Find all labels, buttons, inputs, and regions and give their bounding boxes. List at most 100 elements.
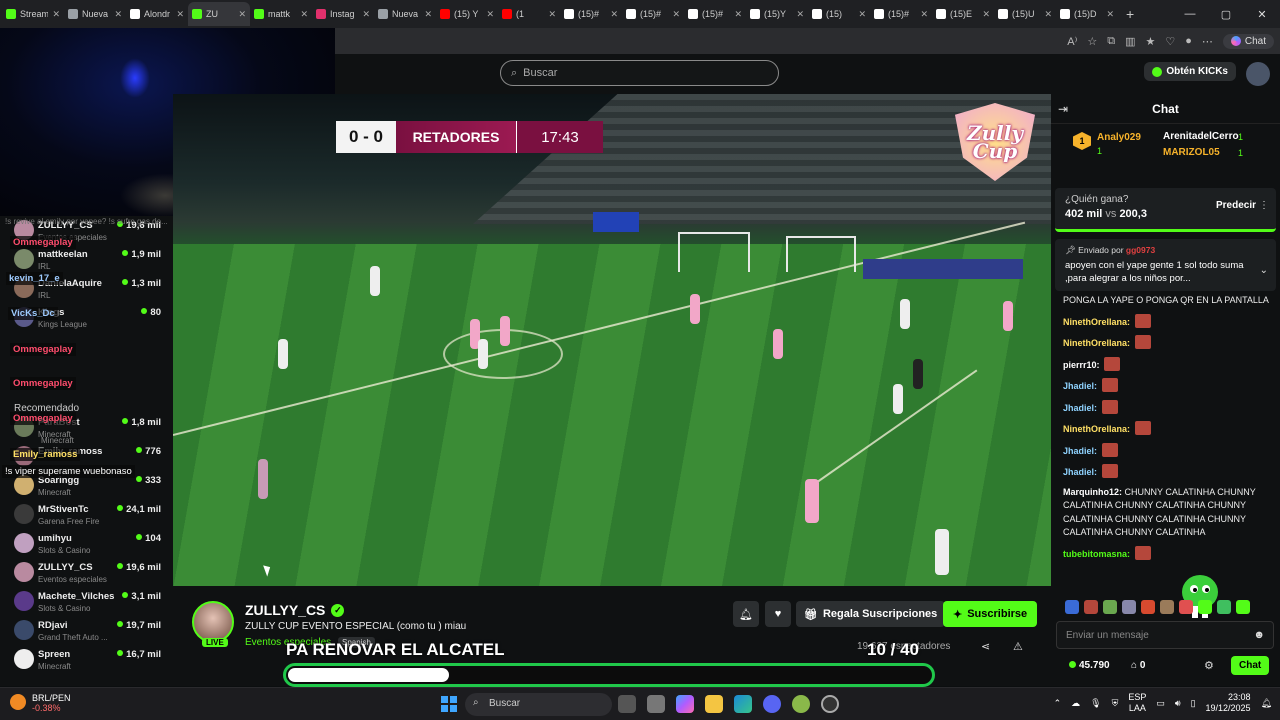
emote-icon[interactable] (1217, 600, 1231, 614)
browser-tab[interactable]: (15)# ✕ (622, 2, 684, 26)
close-tab-icon[interactable]: ✕ (1044, 9, 1052, 20)
network-icon[interactable]: ▭ (1156, 698, 1165, 709)
notifications-icon[interactable]: 🔔︎ (1261, 698, 1272, 709)
favorites-bar-icon[interactable]: ★ (1145, 35, 1155, 48)
sidebar-channel[interactable]: ZULLYY_CS Eventos especiales 19,6 mil (0, 558, 173, 587)
extensions-icon[interactable]: ⧉ (1107, 35, 1115, 48)
prediction-card[interactable]: ¿Quién gana? 402 mil vs 200,3 Predecir ⋮ (1055, 188, 1276, 232)
close-tab-icon[interactable]: ✕ (796, 9, 804, 20)
sidebar-channel[interactable]: umihyu Slots & Casino 104 (0, 529, 173, 558)
leader-name[interactable]: MARIZOL05 (1163, 147, 1220, 158)
security-icon[interactable]: ⛨ (1112, 698, 1119, 709)
prediction-menu-icon[interactable]: ⋮ (1259, 200, 1269, 211)
get-kicks-button[interactable]: Obtén KICKs (1144, 62, 1236, 81)
chat-username[interactable]: pierrr10: (1063, 360, 1100, 370)
emote-icon[interactable] (1198, 600, 1212, 614)
emote-icon[interactable] (1160, 600, 1174, 614)
copilot-icon[interactable] (676, 695, 694, 713)
emoji-picker-icon[interactable]: ☻ (1253, 629, 1265, 641)
taskbar-search[interactable]: ⌕ Buscar (465, 693, 612, 716)
close-tab-icon[interactable]: ✕ (982, 9, 990, 20)
new-tab-button[interactable]: + (1118, 6, 1142, 22)
sidebar-channel[interactable]: Machete_Vilches Slots & Casino 3,1 mil (0, 587, 173, 616)
browser-tab[interactable]: mattk ✕ (250, 2, 312, 26)
battery-icon[interactable]: ▯ (1191, 698, 1196, 709)
close-tab-icon[interactable]: ✕ (362, 9, 370, 20)
obs-icon[interactable] (821, 695, 839, 713)
browser-tab[interactable]: (15)# ✕ (870, 2, 932, 26)
favorite-icon[interactable]: ☆ (1087, 35, 1097, 48)
browser-tab[interactable]: (15)# ✕ (560, 2, 622, 26)
browser-tab[interactable]: (1 ✕ (498, 2, 560, 26)
streamer-name[interactable]: ZULLYY_CS ✓ (245, 602, 345, 618)
microphone-icon[interactable]: 🎙︎ (1090, 698, 1101, 709)
predict-button[interactable]: Predecir (1216, 200, 1256, 211)
expand-pinned-icon[interactable]: ⌄ (1260, 265, 1268, 276)
browser-tab[interactable]: Stream ✕ (2, 2, 64, 26)
report-icon[interactable]: ⚠ (1013, 640, 1023, 653)
discord-icon[interactable] (763, 695, 781, 713)
emote-icon[interactable] (1084, 600, 1098, 614)
subscribe-button[interactable]: ✦ Suscribirse (943, 601, 1038, 627)
close-tab-icon[interactable]: ✕ (238, 9, 246, 20)
language-indicator[interactable]: ESP LAA (1128, 692, 1146, 714)
minimize-icon[interactable]: — (1172, 8, 1208, 20)
video-player[interactable]: 0 - 0 RETADORES 17:43 Zully Cup (173, 94, 1051, 586)
emote-icon[interactable] (1122, 600, 1136, 614)
browser-tab[interactable]: Instag ✕ (312, 2, 374, 26)
chat-username[interactable]: Marquinho12: (1063, 487, 1122, 497)
streamer-avatar[interactable] (192, 601, 234, 643)
close-window-icon[interactable]: ✕ (1244, 8, 1280, 21)
browser-tab[interactable]: (15)D ✕ (1056, 2, 1118, 26)
read-aloud-icon[interactable]: A⁾ (1067, 35, 1077, 48)
emote-icon[interactable] (1103, 600, 1117, 614)
close-tab-icon[interactable]: ✕ (114, 9, 122, 20)
leader-name[interactable]: Analy029 (1097, 132, 1141, 143)
close-tab-icon[interactable]: ✕ (920, 9, 928, 20)
close-tab-icon[interactable]: ✕ (52, 9, 60, 20)
emote-icon[interactable] (1179, 600, 1193, 614)
close-tab-icon[interactable]: ✕ (734, 9, 742, 20)
calculator-icon[interactable] (647, 695, 665, 713)
gift-subs-button[interactable]: 🎁︎ Regala Suscripciones (796, 601, 946, 627)
emote-icon[interactable] (1141, 600, 1155, 614)
emote-icon[interactable] (1065, 600, 1079, 614)
chat-username[interactable]: NinethOrellana: (1063, 338, 1130, 348)
browser-tab[interactable]: Alondr ✕ (126, 2, 188, 26)
edge-browser-icon[interactable] (734, 695, 752, 713)
task-view-icon[interactable] (618, 695, 636, 713)
close-tab-icon[interactable]: ✕ (672, 9, 680, 20)
copilot-chat-button[interactable]: Chat (1222, 33, 1274, 49)
sidebar-channel[interactable]: MrStivenTc Garena Free Fire 24,1 mil (0, 500, 173, 529)
browser-tab[interactable]: (15)Y ✕ (746, 2, 808, 26)
sidebar-channel[interactable]: Spreen Minecraft 16,7 mil (0, 645, 173, 674)
close-tab-icon[interactable]: ✕ (300, 9, 308, 20)
app-icon[interactable] (792, 695, 810, 713)
follow-button[interactable]: ♥ (765, 601, 791, 627)
chat-message-input[interactable]: Enviar un mensaje ☻ (1056, 621, 1274, 649)
clock[interactable]: 23:08 19/12/2025 (1206, 692, 1251, 714)
profile-icon[interactable]: ● (1185, 35, 1192, 47)
chat-username[interactable]: tubebitomasna: (1063, 549, 1130, 559)
browser-tab[interactable]: (15)U ✕ (994, 2, 1056, 26)
send-chat-button[interactable]: Chat (1231, 656, 1270, 675)
browser-tab[interactable]: Nueva ✕ (64, 2, 126, 26)
search-input[interactable]: ⌕ Buscar (500, 60, 779, 86)
chat-username[interactable]: Jhadiel: (1063, 467, 1097, 477)
browser-tab[interactable]: (15)E ✕ (932, 2, 994, 26)
more-menu-icon[interactable]: ⋯ (1202, 35, 1213, 48)
market-widget[interactable]: BRL/PEN -0.38% (10, 693, 71, 713)
maximize-icon[interactable]: ▢ (1208, 8, 1244, 21)
split-screen-icon[interactable]: ▥ (1125, 35, 1135, 48)
close-tab-icon[interactable]: ✕ (610, 9, 618, 20)
kicks-balance[interactable]: 45.790 (1069, 660, 1110, 671)
emote-icon[interactable] (1236, 600, 1250, 614)
close-tab-icon[interactable]: ✕ (1106, 9, 1114, 20)
tray-app-icon[interactable]: ☁ (1071, 698, 1080, 709)
sidebar-channel[interactable]: mattkeelan IRL 1,9 mil (0, 245, 173, 274)
close-tab-icon[interactable]: ✕ (548, 9, 556, 20)
volume-icon[interactable]: 🔊︎ (1175, 698, 1181, 709)
browser-tab[interactable]: ZU ✕ (188, 2, 250, 26)
pinned-by-user[interactable]: gg0973 (1126, 245, 1155, 255)
browser-tab[interactable]: (15) Y ✕ (436, 2, 498, 26)
